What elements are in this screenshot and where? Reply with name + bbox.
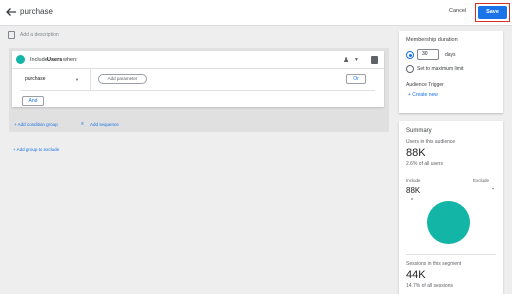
sessions-value: 44K (406, 269, 426, 281)
save-highlight: Save (475, 3, 510, 22)
include-scope[interactable]: Users (47, 57, 62, 63)
condition-group: Include Users when: ♟ ▼ purchase ▼ Add p… (9, 48, 389, 132)
trash-icon[interactable] (371, 56, 378, 64)
users-icon[interactable]: ♟ (343, 56, 349, 64)
page-title: purchase (20, 7, 53, 16)
summary-title: Summary (406, 128, 432, 134)
include-suffix: when: (63, 57, 78, 63)
add-parameter-button[interactable]: Add parameter (98, 74, 147, 84)
description-icon (8, 31, 15, 39)
exclude-dot (411, 198, 413, 200)
divider (406, 254, 496, 255)
exclude-value: - (492, 186, 495, 193)
sessions-pct: 14.7% of all sessions (406, 283, 453, 289)
include-prefix: Include (30, 57, 48, 63)
sequence-icon[interactable]: ≡ (81, 121, 84, 127)
users-value: 88K (406, 147, 426, 159)
chevron-down-icon[interactable]: ▼ (354, 57, 359, 63)
users-pct: 2.6% of all users (406, 161, 443, 167)
include-card: Include Users when: ♟ ▼ purchase ▼ Add p… (12, 51, 384, 107)
add-group-to-exclude-button[interactable]: + Add group to exclude (13, 147, 59, 152)
include-value: 88K (406, 186, 421, 195)
group-color-icon (16, 55, 25, 64)
users-label: Users in this audience (406, 139, 456, 145)
sessions-label: Sessions in this segment (406, 261, 462, 267)
max-limit-radio[interactable] (406, 65, 414, 73)
and-button[interactable]: And (22, 96, 44, 106)
audience-trigger-title: Audience Trigger (406, 82, 444, 88)
divider (90, 69, 91, 90)
or-button[interactable]: Or (346, 74, 366, 84)
event-name[interactable]: purchase (25, 76, 46, 82)
description-input[interactable]: Add a description (20, 32, 59, 38)
membership-title: Membership duration (406, 37, 458, 43)
divider (21, 90, 375, 91)
event-dropdown-icon[interactable]: ▼ (75, 77, 79, 82)
days-radio[interactable] (406, 51, 414, 59)
days-unit: days (445, 52, 456, 58)
save-button[interactable]: Save (478, 6, 507, 19)
max-limit-label[interactable]: Set to maximum limit (417, 66, 463, 72)
membership-panel: Membership duration 30 days Set to maxim… (399, 31, 503, 113)
days-input[interactable]: 30 (417, 49, 439, 60)
summary-panel: Summary Users in this audience 88K 2.6% … (399, 121, 503, 294)
back-arrow-icon[interactable] (5, 6, 17, 18)
include-label: Include (406, 178, 421, 183)
create-new-trigger-button[interactable]: + Create new (408, 92, 438, 98)
venn-circle (427, 201, 470, 244)
cancel-button[interactable]: Cancel (449, 8, 466, 14)
top-bar: purchase Cancel Save (0, 0, 512, 26)
add-condition-group-button[interactable]: + Add condition group (14, 122, 58, 127)
condition-rows: purchase ▼ Add parameter Or And (12, 68, 384, 107)
add-sequence-button[interactable]: Add sequence (90, 122, 119, 127)
exclude-label: Exclude (473, 178, 490, 183)
